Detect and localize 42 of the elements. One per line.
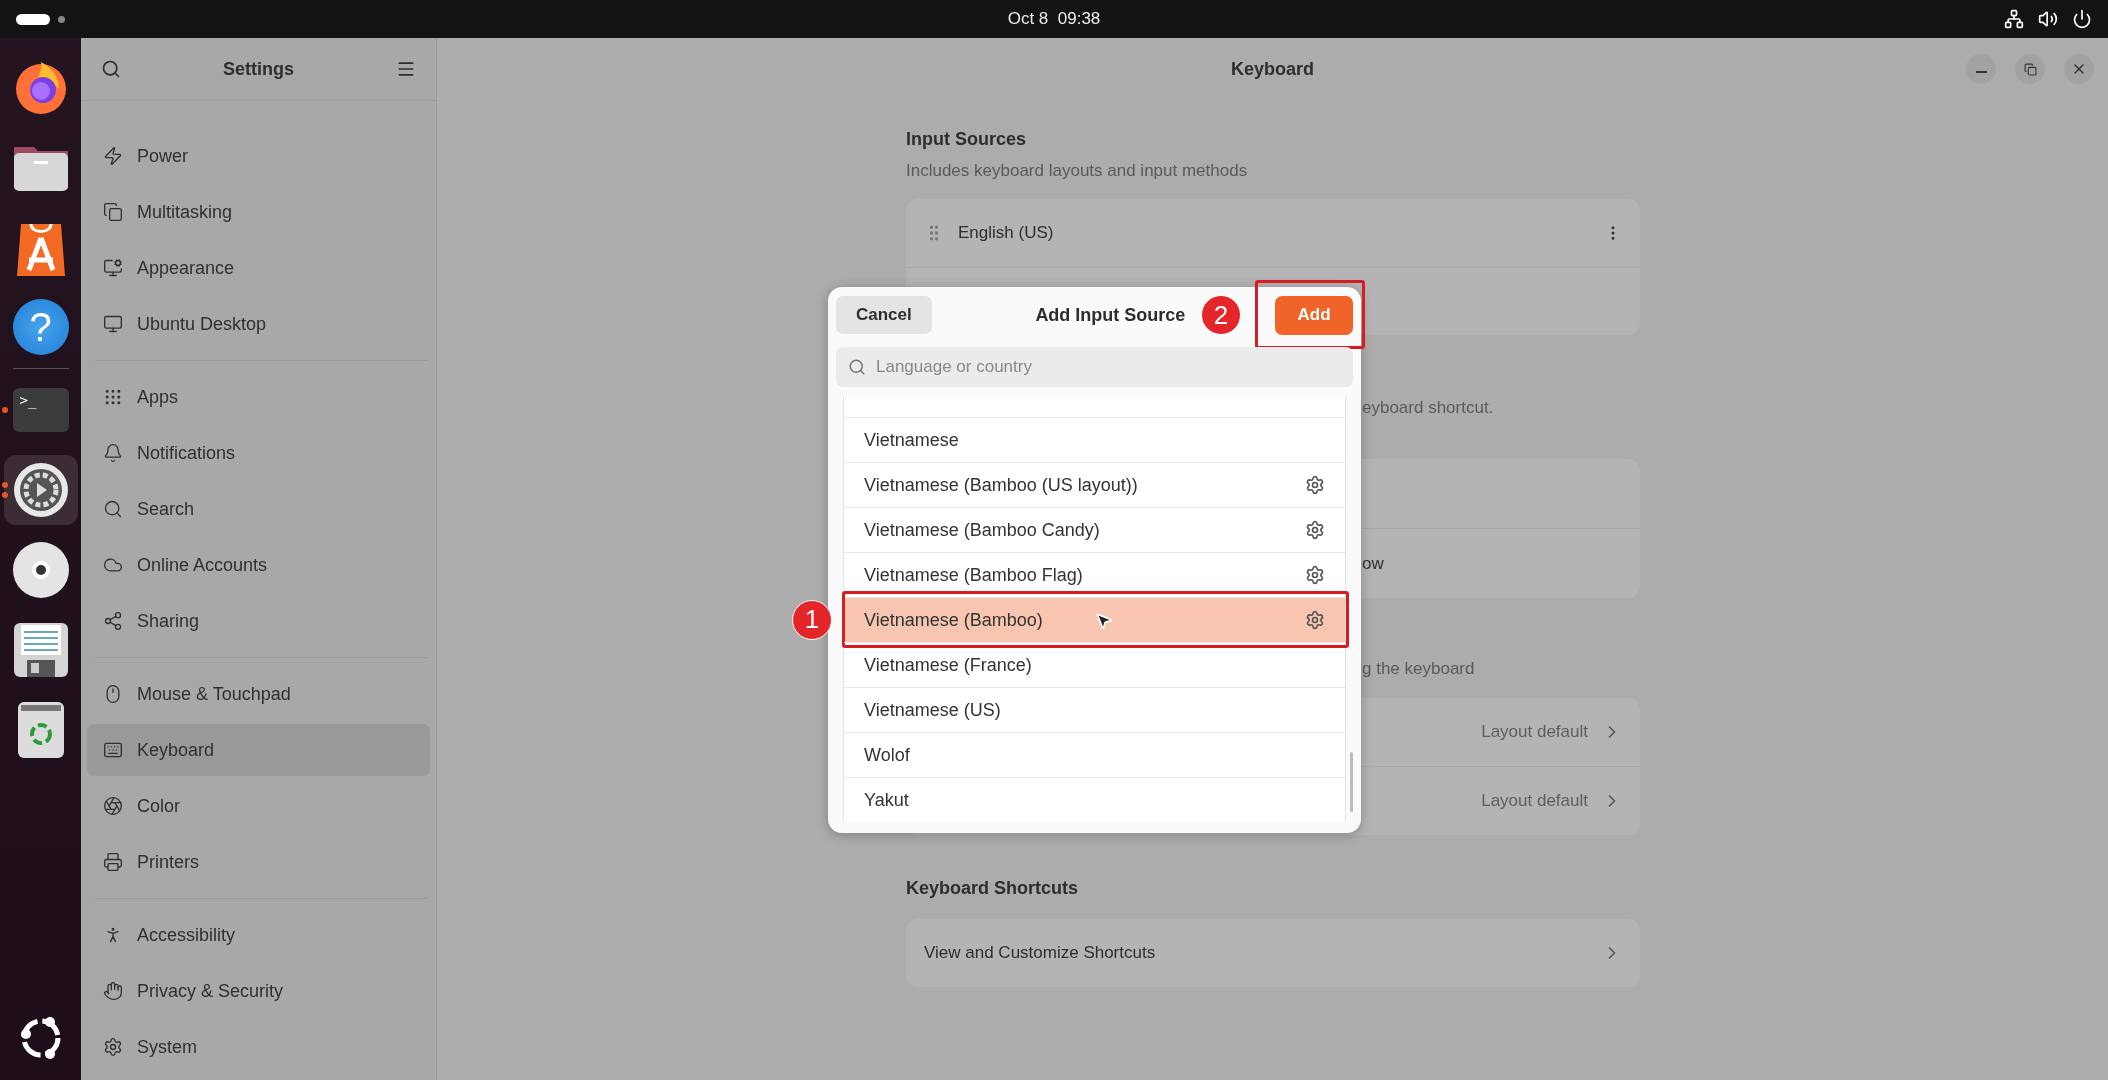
sidebar-item-label: Online Accounts [137, 554, 268, 576]
section-title: Input Sources [906, 128, 1027, 150]
list-item-label: Vietnamese (US) [864, 699, 1001, 721]
list-item-label: Vietnamese (Bamboo Flag) [864, 564, 1083, 586]
sidebar-item-label: Keyboard [137, 739, 215, 761]
sidebar-item-label: Color [137, 795, 180, 817]
input-source-label: English (US) [958, 223, 1054, 243]
list-item-label: Vietnamese (Bamboo Candy) [864, 519, 1100, 541]
window-title: Keyboard [1231, 58, 1314, 80]
sidebar-item-label: Search [137, 498, 195, 520]
sidebar-item-label: Apps [137, 386, 179, 408]
section-description: g the keyboard [1362, 658, 1475, 680]
row-label: ow [1361, 553, 1384, 574]
sidebar-item-label: Ubuntu Desktop [137, 313, 267, 335]
section-description: eyboard shortcut. [1362, 397, 1494, 419]
row-value: Layout default [1481, 722, 1588, 742]
list-item-label: Vietnamese (France) [864, 654, 1032, 676]
sidebar-item-label: Sharing [137, 610, 200, 632]
sidebar-item-label: Multitasking [137, 201, 233, 223]
list-item-label: Vietnamese (Bamboo) [864, 609, 1043, 631]
sidebar-item-label: System [137, 1036, 197, 1058]
step-number: 2 [1201, 295, 1241, 335]
terminal-icon: >_ [12, 388, 69, 432]
list-item-label: Vietnamese [864, 429, 959, 451]
sidebar-item-label: Privacy & Security [137, 980, 284, 1002]
list-item-label: Vietnamese (Bamboo (US layout)) [864, 474, 1138, 496]
help-icon: ? [12, 299, 69, 355]
row-label: View and Customize Shortcuts [924, 943, 1156, 963]
sidebar-title: Settings [223, 58, 294, 80]
step-number: 1 [792, 599, 832, 640]
section-subtitle: Includes keyboard layouts and input methods [906, 160, 1248, 182]
sidebar-item-label: Notifications [137, 442, 236, 464]
sidebar-item-label: Power [137, 145, 189, 167]
section-title: Keyboard Shortcuts [906, 877, 1080, 899]
sidebar-item-label: Mouse & Touchpad [137, 683, 291, 705]
sidebar-item-label: Appearance [137, 257, 235, 279]
sidebar-item-label: Accessibility [137, 924, 236, 946]
dialog-title: Add Input Source [1034, 304, 1186, 326]
row-value: Layout default [1481, 791, 1588, 811]
sidebar-item-label: Printers [137, 851, 199, 873]
list-item-label: Yakut [864, 789, 909, 811]
list-item-label: Wolof [864, 744, 910, 766]
